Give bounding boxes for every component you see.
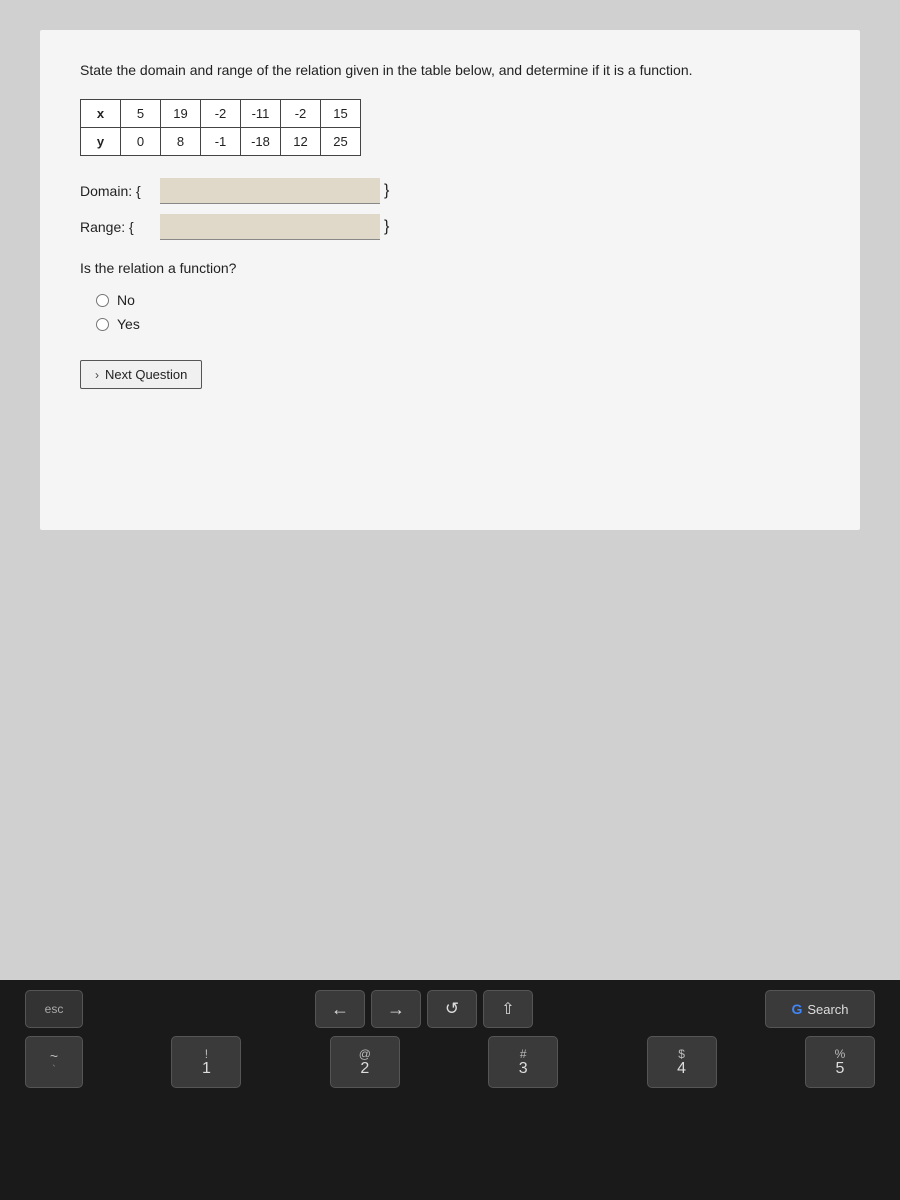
keyboard-fn-row: esc ← → ↺ ⇧ G Search	[20, 990, 880, 1028]
y-val-1: 0	[121, 128, 161, 156]
option-no[interactable]: No	[96, 292, 820, 308]
function-question: Is the relation a function?	[80, 260, 820, 276]
option-yes[interactable]: Yes	[96, 316, 820, 332]
table-row-y: y 0 8 -1 -18 12 25	[81, 128, 361, 156]
num-1: 1	[202, 1061, 211, 1077]
x-val-3: -2	[201, 100, 241, 128]
range-row: Range: { }	[80, 214, 820, 240]
x-val-6: 15	[321, 100, 361, 128]
key-4[interactable]: $ 4	[647, 1036, 717, 1088]
exclaim-symbol: !	[205, 1048, 208, 1060]
home-icon: ⇧	[501, 999, 514, 1019]
keyboard-area: esc ← → ↺ ⇧ G Search ~ ` ! 1	[0, 980, 900, 1200]
hash-symbol: #	[520, 1048, 527, 1060]
x-val-1: 5	[121, 100, 161, 128]
range-brace: }	[384, 218, 389, 236]
y-val-5: 12	[281, 128, 321, 156]
search-key[interactable]: G Search	[765, 990, 875, 1028]
x-val-4: -11	[241, 100, 281, 128]
x-val-5: -2	[281, 100, 321, 128]
next-button-label: Next Question	[105, 367, 187, 382]
google-g-icon: G	[791, 1001, 802, 1017]
option-no-label: No	[117, 292, 135, 308]
x-label: x	[81, 100, 121, 128]
table-row-x: x 5 19 -2 -11 -2 15	[81, 100, 361, 128]
num-5: 5	[836, 1061, 845, 1077]
y-val-6: 25	[321, 128, 361, 156]
domain-label: Domain: {	[80, 183, 160, 199]
option-yes-label: Yes	[117, 316, 140, 332]
key-3[interactable]: # 3	[488, 1036, 558, 1088]
back-arrow-icon: ←	[331, 999, 349, 1020]
question-text: State the domain and range of the relati…	[80, 60, 820, 81]
keyboard-num-row: ~ ` ! 1 @ 2 # 3 $ 4 % 5	[20, 1036, 880, 1088]
content-area: State the domain and range of the relati…	[40, 30, 860, 530]
percent-symbol: %	[835, 1048, 846, 1060]
y-label: y	[81, 128, 121, 156]
chevron-right-icon: ›	[95, 368, 99, 382]
range-label: Range: {	[80, 219, 160, 235]
esc-label: esc	[45, 1002, 64, 1016]
forward-key[interactable]: →	[371, 990, 421, 1028]
num-2: 2	[360, 1061, 369, 1077]
dollar-symbol: $	[678, 1048, 685, 1060]
y-val-2: 8	[161, 128, 201, 156]
forward-arrow-icon: →	[387, 999, 405, 1020]
at-symbol: @	[359, 1048, 371, 1060]
y-val-4: -18	[241, 128, 281, 156]
radio-yes[interactable]	[96, 318, 109, 331]
radio-no[interactable]	[96, 294, 109, 307]
tilde-key[interactable]: ~ `	[25, 1036, 83, 1088]
next-question-button[interactable]: › Next Question	[80, 360, 202, 389]
key-5[interactable]: % 5	[805, 1036, 875, 1088]
tilde-symbol: ~	[50, 1048, 58, 1064]
back-key[interactable]: ←	[315, 990, 365, 1028]
screen-area: State the domain and range of the relati…	[0, 0, 900, 980]
y-val-3: -1	[201, 128, 241, 156]
key-1[interactable]: ! 1	[171, 1036, 241, 1088]
relation-table: x 5 19 -2 -11 -2 15 y 0 8 -1 -18 12 25	[80, 99, 361, 156]
num-3: 3	[519, 1061, 528, 1077]
backtick-symbol: `	[52, 1064, 56, 1076]
domain-brace: }	[384, 182, 389, 200]
search-label: Search	[807, 1002, 848, 1017]
reload-icon: ↺	[445, 999, 459, 1019]
esc-key[interactable]: esc	[25, 990, 83, 1028]
x-val-2: 19	[161, 100, 201, 128]
key-2[interactable]: @ 2	[330, 1036, 400, 1088]
home-key[interactable]: ⇧	[483, 990, 533, 1028]
num-4: 4	[677, 1061, 686, 1077]
range-input[interactable]	[160, 214, 380, 240]
domain-input[interactable]	[160, 178, 380, 204]
reload-key[interactable]: ↺	[427, 990, 477, 1028]
domain-row: Domain: { }	[80, 178, 820, 204]
